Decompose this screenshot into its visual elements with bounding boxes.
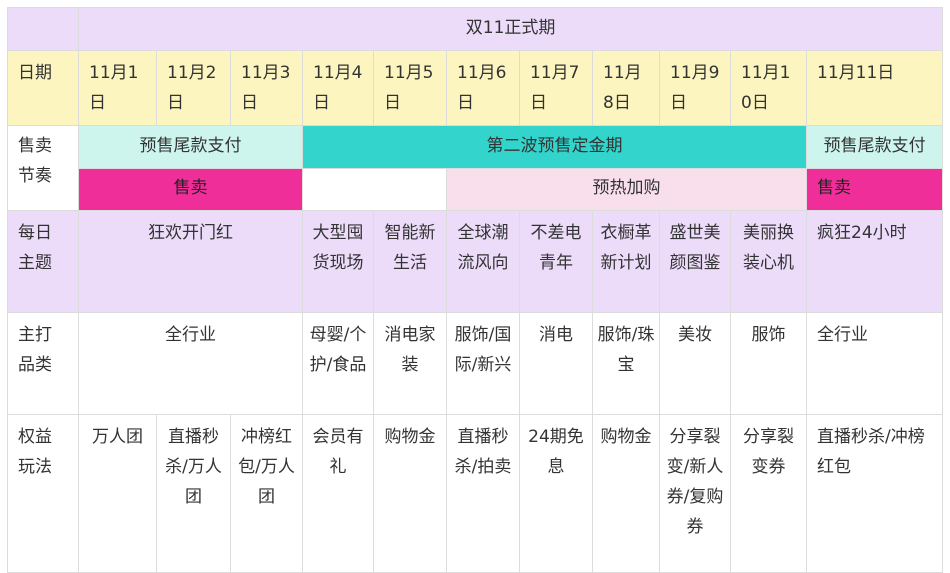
rights-cell: 购物金 [373,414,447,573]
theme-cell: 盛世美颜图鉴 [659,210,731,313]
sale-cell: 售卖 [78,168,303,211]
theme-cell: 衣橱革新计划 [592,210,660,313]
rights-cell: 万人团 [78,414,157,573]
rights-cell: 24期免息 [519,414,593,573]
theme-cell: 智能新生活 [373,210,447,313]
date-row: 日期 11月1日 11月2日 11月3日 11月4日 11月5日 11月6日 1… [7,50,944,126]
date-cell: 11月2日 [156,50,231,126]
rights-cell: 直播秒杀/万人团 [156,414,231,573]
title-row: 双11正式期 [7,7,944,51]
date-cell: 11月1日 [78,50,157,126]
theme-cell: 不差电青年 [519,210,593,313]
row-label-rhythm: 售卖节奏 [7,125,79,211]
date-cell: 11月7日 [519,50,593,126]
date-cell: 11月3日 [230,50,303,126]
theme-cell: 大型囤货现场 [302,210,374,313]
corner-cell [7,7,79,51]
sale-cell: 售卖 [805,168,944,211]
rights-cell: 直播秒杀/冲榜红包 [805,414,944,573]
rights-cell: 购物金 [592,414,660,573]
warmup-cell: 预热加购 [446,168,807,211]
rights-cell: 分享裂变/新人券/复购券 [659,414,731,573]
deposit-phase-cell: 第二波预售定金期 [302,125,807,169]
date-cell: 11月4日 [302,50,374,126]
date-cell: 11月6日 [446,50,520,126]
category-cell: 全行业 [78,312,303,415]
category-row: 主打品类 全行业 母婴/个护/食品 消电家装 服饰/国际/新兴 消电 服饰/珠宝… [7,312,944,415]
category-cell: 母婴/个护/食品 [302,312,374,415]
date-cell: 11月9日 [659,50,731,126]
balance-payment-cell: 预售尾款支付 [78,125,303,169]
balance-payment-cell: 预售尾款支付 [805,125,944,169]
rights-cell: 冲榜红包/万人团 [230,414,303,573]
category-cell: 服饰 [730,312,807,415]
category-cell: 美妆 [659,312,731,415]
rights-row: 权益玩法 万人团 直播秒杀/万人团 冲榜红包/万人团 会员有礼 购物金 直播秒杀… [7,414,944,573]
double11-schedule-table: 双11正式期 日期 11月1日 11月2日 11月3日 11月4日 11月5日 … [7,7,944,573]
rights-cell: 分享裂变券 [730,414,807,573]
empty-cell [302,168,447,211]
row-label-date: 日期 [7,50,79,126]
date-cell: 11月5日 [373,50,447,126]
category-cell: 服饰/国际/新兴 [446,312,520,415]
category-cell: 全行业 [805,312,944,415]
date-cell: 11月11日 [805,50,944,126]
rights-cell: 会员有礼 [302,414,374,573]
date-cell: 11月10日 [730,50,807,126]
category-cell: 消电家装 [373,312,447,415]
row-label-category: 主打品类 [7,312,79,415]
schedule-table-wrap: 双11正式期 日期 11月1日 11月2日 11月3日 11月4日 11月5日 … [7,7,944,573]
category-cell: 服饰/珠宝 [592,312,660,415]
rhythm-row-1: 售卖节奏 预售尾款支付 第二波预售定金期 预售尾款支付 [7,125,944,211]
theme-cell: 美丽换装心机 [730,210,807,313]
row-label-rights: 权益玩法 [7,414,79,573]
theme-cell: 全球潮流风向 [446,210,520,313]
category-cell: 消电 [519,312,593,415]
theme-row: 每日主题 狂欢开门红 大型囤货现场 智能新生活 全球潮流风向 不差电青年 衣橱革… [7,210,944,313]
date-cell: 11月8日 [592,50,660,126]
rights-cell: 直播秒杀/拍卖 [446,414,520,573]
theme-cell: 疯狂24小时 [805,210,944,313]
rhythm-row-2: 售卖 预热加购 售卖 [8,168,944,211]
theme-cell: 狂欢开门红 [78,210,303,313]
table-title: 双11正式期 [77,7,944,51]
row-label-theme: 每日主题 [7,210,79,313]
